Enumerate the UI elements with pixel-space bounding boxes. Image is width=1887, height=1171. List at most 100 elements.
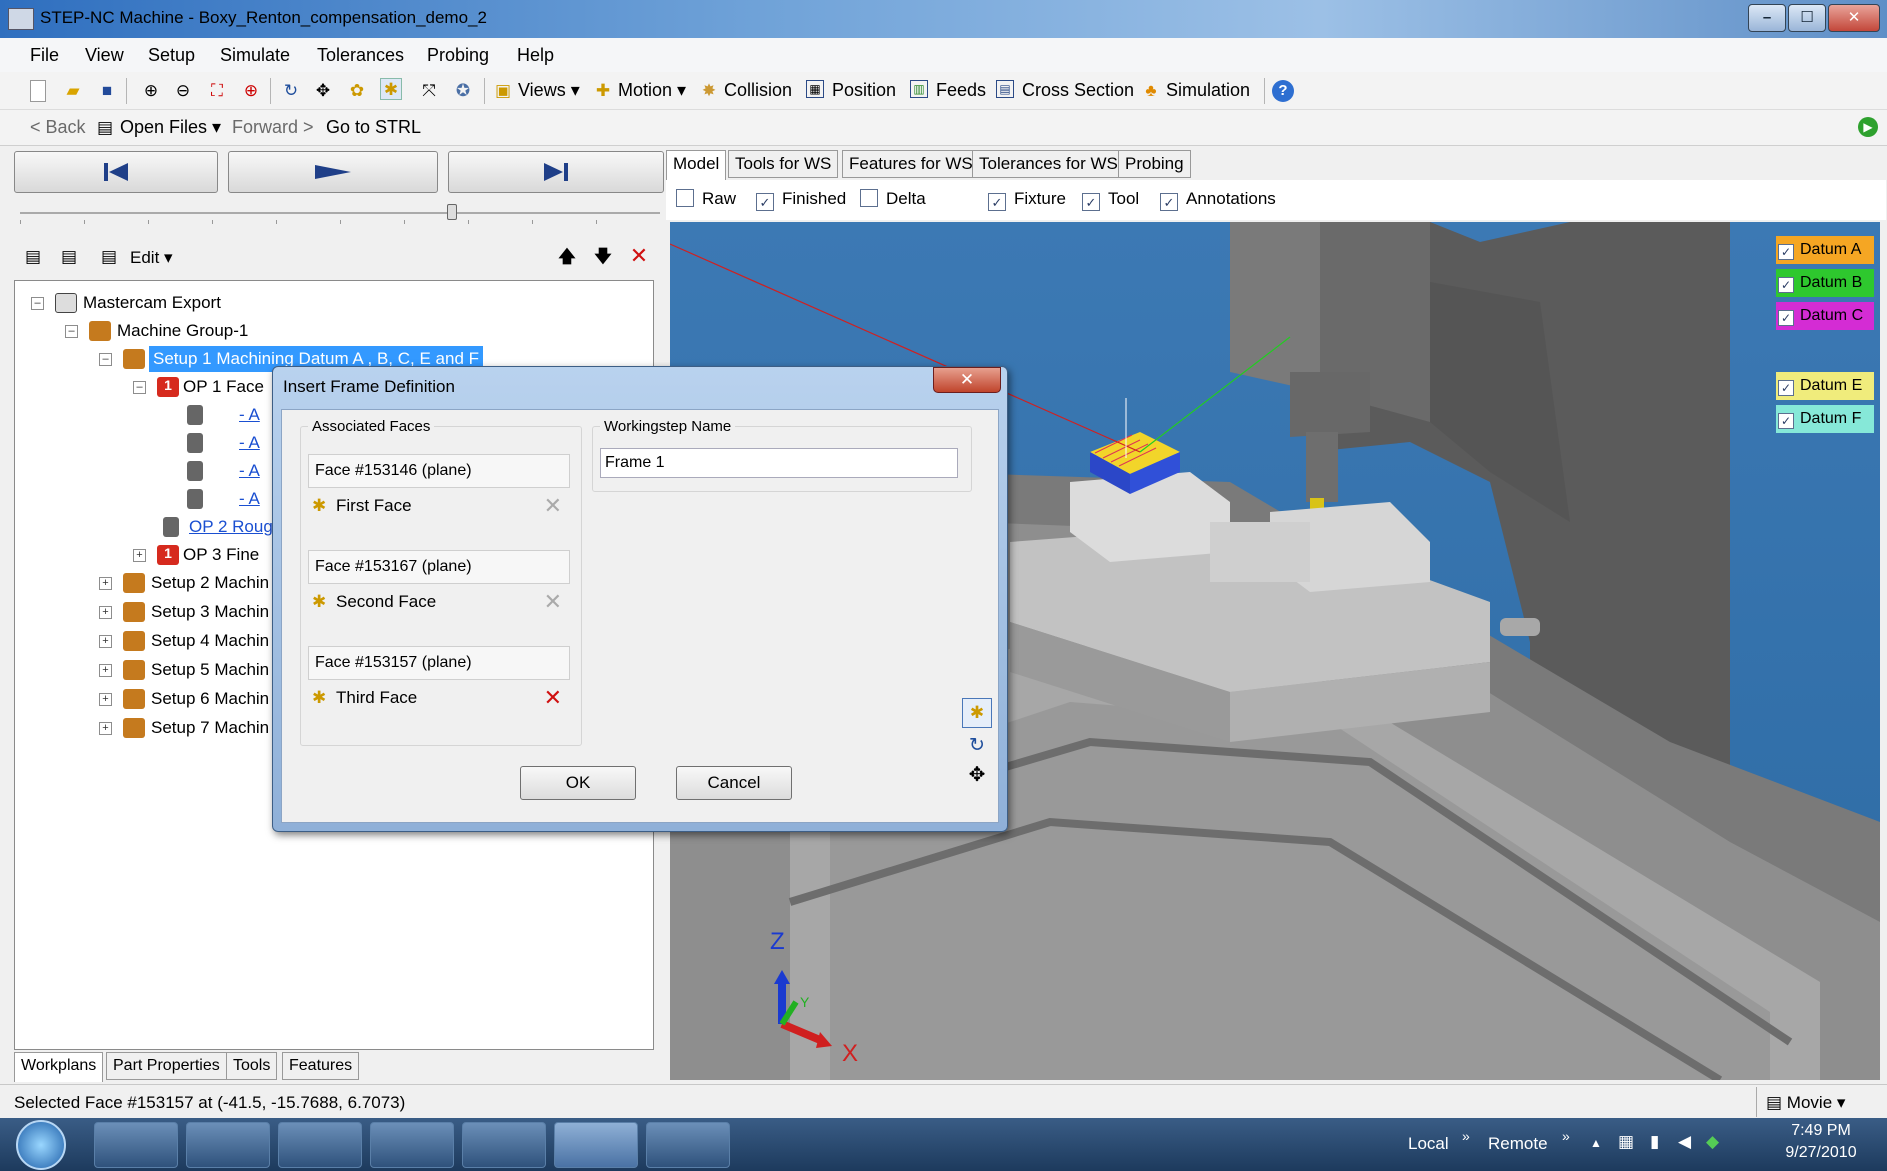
- tree-item-setup-3[interactable]: Setup 3 Machin: [151, 599, 269, 625]
- menu-help[interactable]: Help: [517, 45, 554, 66]
- pointer-icon[interactable]: ⤧: [418, 80, 440, 102]
- insert-after-icon[interactable]: ▤: [58, 246, 80, 268]
- views-icon[interactable]: ▣: [492, 80, 514, 102]
- rotate-view-icon[interactable]: ↻: [962, 734, 992, 758]
- play-button[interactable]: [228, 151, 438, 193]
- tab-features[interactable]: Features: [282, 1052, 360, 1080]
- taskbar-firefox-icon[interactable]: [186, 1122, 270, 1168]
- go-to-strl-button[interactable]: Go to STRL: [326, 117, 421, 138]
- help-icon[interactable]: ?: [1272, 80, 1294, 102]
- tree-item-ws-3[interactable]: - A: [239, 458, 260, 484]
- forward-button[interactable]: Forward >: [232, 117, 314, 138]
- tab-part-properties[interactable]: Part Properties: [106, 1052, 227, 1080]
- menu-probing[interactable]: Probing: [427, 45, 489, 66]
- tree-item-ws-4[interactable]: - A: [239, 486, 260, 512]
- expand-toggle[interactable]: +: [99, 606, 112, 619]
- tree-item-mastercam-export[interactable]: Mastercam Export: [83, 290, 221, 316]
- cross-section-icon[interactable]: ▤: [996, 80, 1014, 98]
- collapse-toggle[interactable]: –: [31, 297, 44, 310]
- rotate-icon[interactable]: ↻: [280, 80, 302, 102]
- finished-checkbox[interactable]: ✓ Finished: [756, 189, 846, 211]
- datum-a-toggle[interactable]: ✓ Datum A: [1776, 236, 1874, 264]
- tool-checkbox[interactable]: ✓ Tool: [1082, 189, 1139, 211]
- menu-simulate[interactable]: Simulate: [220, 45, 290, 66]
- dialog-close-button[interactable]: ✕: [933, 367, 1001, 393]
- tree-item-ws-2[interactable]: - A: [239, 430, 260, 456]
- tab-probing[interactable]: Probing: [1118, 150, 1191, 178]
- delta-checkbox[interactable]: Delta: [860, 189, 926, 209]
- tree-item-machine-group[interactable]: Machine Group-1: [117, 318, 248, 344]
- fixture-checkbox[interactable]: ✓ Fixture: [988, 189, 1066, 211]
- tab-tolerances-for-ws[interactable]: Tolerances for WS: [972, 150, 1125, 178]
- tree-item-ws-1[interactable]: - A: [239, 402, 260, 428]
- simulation-icon[interactable]: ♣: [1140, 80, 1162, 102]
- select-icon[interactable]: ✿: [346, 80, 368, 102]
- insert-before-icon[interactable]: ▤: [22, 246, 44, 268]
- tree-item-op1[interactable]: OP 1 Face: [183, 374, 264, 400]
- back-button[interactable]: < Back: [30, 117, 86, 138]
- datum-b-toggle[interactable]: ✓ Datum B: [1776, 269, 1874, 297]
- remove-face-2-icon[interactable]: ✕: [544, 584, 562, 620]
- expand-toggle[interactable]: +: [133, 549, 146, 562]
- feeds-icon[interactable]: ▥: [910, 80, 928, 98]
- tab-workplans[interactable]: Workplans: [14, 1052, 104, 1082]
- local-toolbar[interactable]: Local: [1408, 1134, 1449, 1154]
- taskbar-ie-icon[interactable]: [94, 1122, 178, 1168]
- tree-item-setup-4[interactable]: Setup 4 Machin: [151, 628, 269, 654]
- expand-toggle[interactable]: +: [99, 722, 112, 735]
- show-hidden-icons[interactable]: ▲: [1590, 1136, 1602, 1150]
- ok-button[interactable]: OK: [520, 766, 636, 800]
- collapse-toggle[interactable]: –: [65, 325, 78, 338]
- menu-setup[interactable]: Setup: [148, 45, 195, 66]
- face-3-row[interactable]: ✱ Third Face ✕: [308, 680, 570, 716]
- close-button[interactable]: ✕: [1828, 4, 1880, 32]
- pan-icon[interactable]: ✥: [312, 80, 334, 102]
- remote-toolbar[interactable]: Remote: [1488, 1134, 1548, 1154]
- simulation-button[interactable]: Simulation: [1166, 80, 1250, 101]
- collision-button[interactable]: Collision: [724, 80, 792, 101]
- save-icon[interactable]: ■: [96, 80, 118, 102]
- motion-button[interactable]: Motion ▾: [618, 80, 686, 101]
- new-file-icon[interactable]: [30, 80, 46, 102]
- zoom-fit-icon[interactable]: ⛶: [206, 80, 228, 102]
- timeline-slider-thumb[interactable]: [447, 204, 457, 220]
- step-forward-button[interactable]: [448, 151, 664, 193]
- collapse-toggle[interactable]: –: [133, 381, 146, 394]
- tree-item-setup-7[interactable]: Setup 7 Machin: [151, 715, 269, 741]
- delete-icon[interactable]: ✕: [628, 245, 650, 267]
- taskbar-office-icon[interactable]: [646, 1122, 730, 1168]
- clock-date[interactable]: 9/27/2010: [1776, 1144, 1866, 1162]
- movie-button[interactable]: ▤ Movie ▾: [1766, 1093, 1845, 1113]
- clock-time[interactable]: 7:49 PM: [1776, 1122, 1866, 1140]
- tab-model[interactable]: Model: [666, 150, 727, 180]
- datum-f-toggle[interactable]: ✓ Datum F: [1776, 405, 1874, 433]
- remove-face-1-icon[interactable]: ✕: [544, 488, 562, 524]
- collision-icon[interactable]: ✸: [698, 80, 720, 102]
- datum-e-toggle[interactable]: ✓ Datum E: [1776, 372, 1874, 400]
- remote-chevron-icon[interactable]: »: [1562, 1128, 1570, 1144]
- expand-toggle[interactable]: +: [99, 635, 112, 648]
- expand-toggle[interactable]: +: [99, 577, 112, 590]
- zoom-out-icon[interactable]: ⊖: [172, 80, 194, 102]
- views-button[interactable]: Views ▾: [518, 80, 580, 101]
- annotations-checkbox[interactable]: ✓ Annotations: [1160, 189, 1276, 211]
- tree-item-setup-6[interactable]: Setup 6 Machin: [151, 686, 269, 712]
- face-select-icon[interactable]: ✱: [380, 78, 402, 100]
- timeline-slider-track[interactable]: [20, 212, 660, 214]
- menu-file[interactable]: File: [30, 45, 59, 66]
- face-2-row[interactable]: ✱ Second Face ✕: [308, 584, 570, 620]
- tab-tools[interactable]: Tools: [226, 1052, 278, 1080]
- taskbar-stepnc-icon[interactable]: [554, 1122, 638, 1168]
- move-up-icon[interactable]: 🡅: [556, 246, 578, 268]
- maximize-button[interactable]: ☐: [1788, 4, 1826, 32]
- face-1-row[interactable]: ✱ First Face ✕: [308, 488, 570, 524]
- expand-toggle[interactable]: +: [99, 664, 112, 677]
- zoom-in-icon[interactable]: ⊕: [140, 80, 162, 102]
- edit-menu-button[interactable]: Edit ▾: [130, 248, 173, 268]
- tree-item-setup-2[interactable]: Setup 2 Machin: [151, 570, 269, 596]
- workingstep-name-input[interactable]: [600, 448, 958, 478]
- volume-icon[interactable]: ◀: [1678, 1132, 1691, 1152]
- tree-item-op3[interactable]: OP 3 Fine: [183, 542, 259, 568]
- move-down-icon[interactable]: 🡇: [592, 246, 614, 268]
- cancel-button[interactable]: Cancel: [676, 766, 792, 800]
